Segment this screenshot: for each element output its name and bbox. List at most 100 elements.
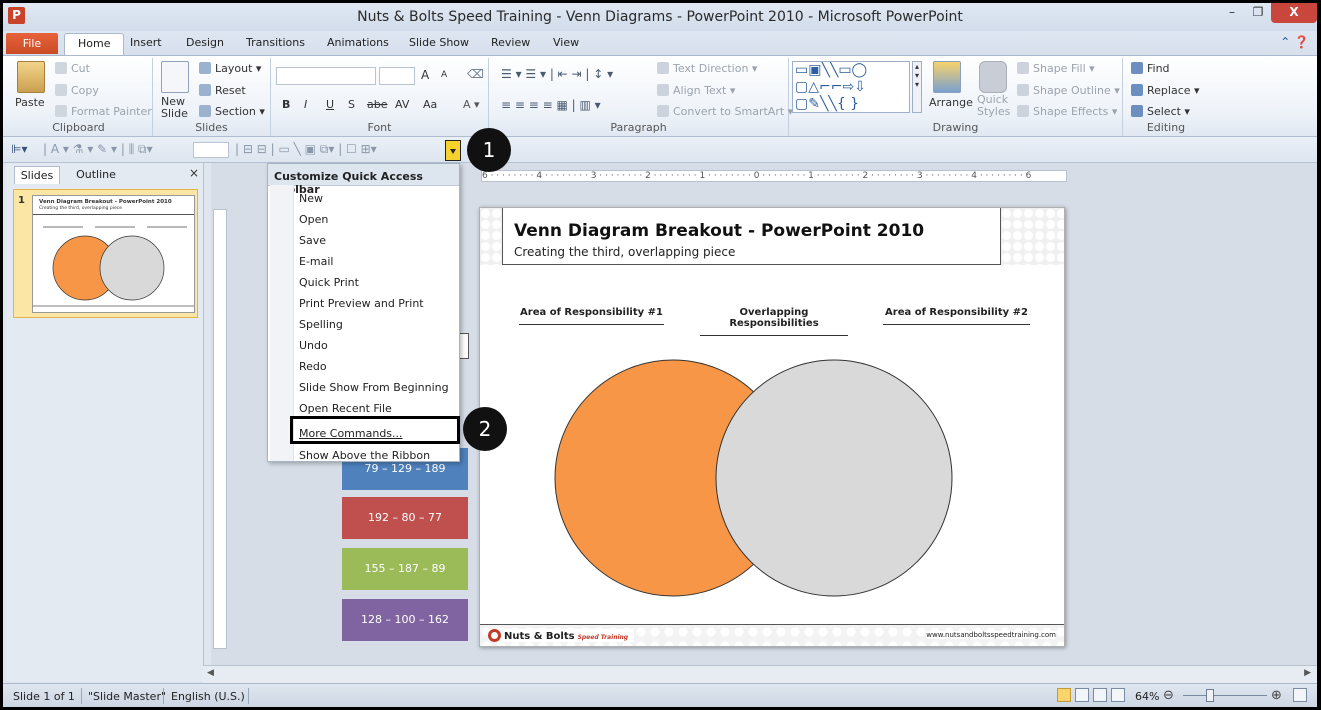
menu-item-print-preview[interactable]: Print Preview and Print [299,297,424,310]
shapes-more-icon[interactable]: ▴ ▾ ▾ [912,61,922,113]
menu-item-spelling[interactable]: Spelling [299,318,343,331]
italic-button[interactable]: I [304,98,307,111]
scroll-left-icon[interactable]: ◀ [207,668,214,678]
shape-effects-button[interactable]: Shape Effects ▾ [1017,105,1117,118]
copy-button[interactable]: Copy [55,84,99,97]
help-icon[interactable]: ⌃ ❓ [1280,35,1309,49]
align-text-button[interactable]: Align Text ▾ [657,84,735,97]
customize-qat-button[interactable] [445,140,461,161]
menu-item-show-above-ribbon[interactable]: Show Above the Ribbon [299,449,430,462]
convert-smartart-button[interactable]: Convert to SmartArt ▾ [657,105,793,118]
minimize-button[interactable]: – [1219,3,1245,23]
replace-button[interactable]: Replace ▾ [1131,84,1200,97]
menu-item-open-recent[interactable]: Open Recent File [299,402,392,415]
slide-number: 1 [18,195,25,206]
font-color-icon[interactable]: | A ▾ ⚗ ▾ ✎ ▾ | ⫼ ⧉▾ [43,142,153,158]
underline-button[interactable]: U [326,98,334,111]
close-button[interactable]: X [1271,3,1317,23]
menu-item-save[interactable]: Save [299,234,326,247]
tab-view[interactable]: View [553,36,579,49]
menu-item-undo[interactable]: Undo [299,339,328,352]
bullets-icon[interactable]: ☰ ▾ ☰ ▾ | ⇤ ⇥ | ↕ ▾ [501,67,613,81]
paste-icon[interactable] [17,61,45,93]
layout-button[interactable]: Layout ▾ [199,62,261,75]
shape-fill-button[interactable]: Shape Fill ▾ [1017,62,1095,75]
align-icon[interactable]: ⊫▾ [11,142,27,158]
maximize-button[interactable]: ❐ [1245,3,1271,23]
slide-thumbnail[interactable]: Venn Diagram Breakout - PowerPoint 2010 … [32,195,195,313]
font-color-button[interactable]: A ▾ [463,98,480,111]
swatch-green[interactable]: 155 – 187 – 89 [342,548,468,590]
font-size-combo[interactable] [379,67,415,85]
align-icons[interactable]: ≡ ≡ ≡ ≡ ▦ | ▥ ▾ [501,98,601,112]
paragraph-group: ☰ ▾ ☰ ▾ | ⇤ ⇥ | ↕ ▾ ≡ ≡ ≡ ≡ ▦ | ▥ ▾ Text… [489,58,793,136]
menu-item-open[interactable]: Open [299,213,328,226]
arrange-icon[interactable] [933,61,961,93]
shape-outline-button[interactable]: Shape Outline ▾ [1017,84,1120,97]
new-slide-button[interactable]: New Slide [161,96,191,120]
status-theme[interactable]: "Slide Master" [88,690,166,703]
tab-home[interactable]: Home [64,33,125,55]
zoom-slider-handle[interactable] [1206,689,1214,702]
slide-thumbnail-selected[interactable]: 1 Venn Diagram Breakout - PowerPoint 201… [13,189,198,318]
find-button[interactable]: Find [1131,62,1170,75]
qat-shape-icons[interactable]: | ⊟ ⊟ | ▭ ╲ ▣ ⧉▾ | ☐ ⊞▾ [235,142,377,158]
quick-styles-icon[interactable] [979,61,1007,93]
scroll-right-icon[interactable]: ▶ [1304,668,1311,678]
shapes-gallery[interactable]: ▭▣╲╲▭◯ ▢△⌐⌐⇨⇩ ▢✎╲╲{ } [792,61,910,113]
paste-button[interactable]: Paste [15,96,45,109]
tab-insert[interactable]: Insert [130,36,162,49]
zoom-slider-track[interactable] [1183,695,1267,696]
window-title: Nuts & Bolts Speed Training - Venn Diagr… [357,9,963,25]
tab-outline[interactable]: Outline [66,166,126,184]
slide[interactable]: Venn Diagram Breakout - PowerPoint 2010 … [479,207,1065,647]
zoom-level[interactable]: 64% [1135,690,1159,703]
venn-circle-right[interactable] [715,359,953,597]
font-name-combo[interactable] [276,67,376,85]
reset-button[interactable]: Reset [199,84,246,97]
strikethrough-button[interactable]: abe [367,98,388,111]
select-button[interactable]: Select ▾ [1131,105,1190,118]
arrange-button[interactable]: Arrange [929,96,973,109]
shrink-font-button[interactable]: A [441,70,447,80]
tab-transitions[interactable]: Transitions [246,36,305,49]
panel-close-icon[interactable]: × [189,166,199,180]
status-language[interactable]: English (U.S.) [171,690,245,703]
bold-button[interactable]: B [282,98,290,111]
menu-item-slide-show[interactable]: Slide Show From Beginning [299,381,449,394]
shadow-button[interactable]: S [348,98,355,111]
swatch-red[interactable]: 192 – 80 – 77 [342,497,468,539]
tab-review[interactable]: Review [491,36,530,49]
reading-view-icon[interactable] [1093,688,1107,702]
zoom-in-icon[interactable]: ⊕ [1271,688,1282,703]
align-text-icon [657,84,669,96]
tab-file[interactable]: File [6,33,58,54]
tab-animations[interactable]: Animations [327,36,389,49]
normal-view-icon[interactable] [1057,688,1071,702]
menu-item-email[interactable]: E-mail [299,255,334,268]
slide-sorter-view-icon[interactable] [1075,688,1089,702]
grow-font-button[interactable]: A [421,68,429,82]
text-direction-button[interactable]: Text Direction ▾ [657,62,757,75]
slideshow-view-icon[interactable] [1111,688,1125,702]
swatch-purple[interactable]: 128 – 100 – 162 [342,599,468,641]
quick-styles-button[interactable]: Quick Styles [977,94,1011,118]
clear-format-icon[interactable]: ⌫ [467,67,484,81]
tab-slides[interactable]: Slides [14,166,60,184]
tab-design[interactable]: Design [186,36,224,49]
horizontal-scrollbar[interactable]: ◀ ▶ [203,665,1317,683]
change-case-button[interactable]: Aa [423,98,437,111]
menu-item-redo[interactable]: Redo [299,360,327,373]
fit-to-window-icon[interactable] [1293,688,1307,702]
character-spacing-button[interactable]: AV [395,98,409,111]
format-painter-button[interactable]: Format Painter [55,105,152,118]
menu-item-new[interactable]: New [299,192,323,205]
zoom-out-icon[interactable]: ⊖ [1163,688,1174,703]
section-button[interactable]: Section ▾ [199,105,265,118]
tab-slide-show[interactable]: Slide Show [409,36,469,49]
status-bar: Slide 1 of 1 "Slide Master" English (U.S… [3,683,1317,707]
menu-item-quick-print[interactable]: Quick Print [299,276,359,289]
qat-combo[interactable] [193,142,229,158]
cut-button[interactable]: Cut [55,62,90,75]
new-slide-icon[interactable] [161,61,189,93]
